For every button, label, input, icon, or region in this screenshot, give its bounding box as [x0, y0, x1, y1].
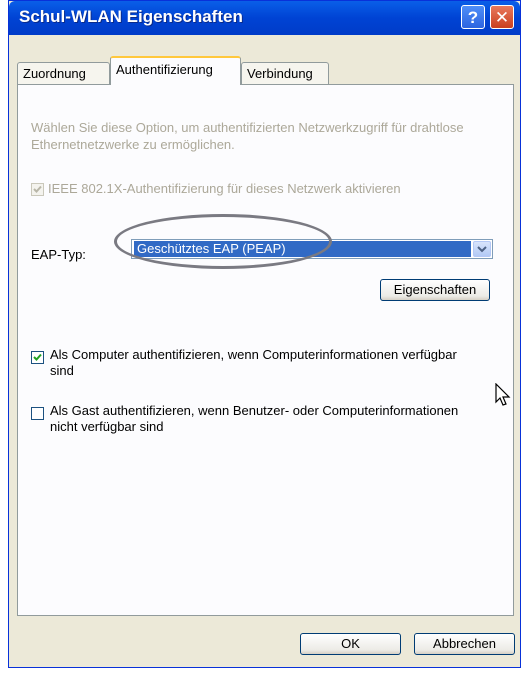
eap-type-select[interactable]: Geschütztes EAP (PEAP)	[131, 239, 493, 259]
mouse-cursor-icon	[495, 382, 511, 410]
computer-auth-checkbox-row[interactable]	[31, 349, 48, 365]
eap-type-value: Geschütztes EAP (PEAP)	[134, 241, 471, 257]
guest-auth-label: Als Gast authentifizieren, wenn Benutzer…	[50, 403, 459, 434]
description-text: Wählen Sie diese Option, um authentifizi…	[31, 120, 464, 152]
eap-type-label: EAP-Typ:	[31, 247, 86, 262]
help-icon[interactable]: ?	[461, 5, 485, 29]
dropdown-arrow-icon[interactable]	[473, 241, 491, 257]
eigenschaften-button[interactable]: Eigenschaften	[380, 279, 490, 301]
guest-auth-checkbox[interactable]	[31, 407, 44, 421]
ieee-8021x-checkbox-row[interactable]: IEEE 802.1X-Authentifizierung für dieses…	[31, 181, 401, 197]
title-bar[interactable]: Schul-WLAN Eigenschaften ? ✕	[9, 1, 520, 35]
checkmark-icon	[33, 353, 42, 362]
window-title: Schul-WLAN Eigenschaften	[19, 7, 243, 26]
cancel-button[interactable]: Abbrechen	[414, 633, 515, 655]
close-icon[interactable]: ✕	[490, 5, 514, 29]
tab-zuordnung[interactable]: Zuordnung	[17, 62, 110, 84]
ok-button[interactable]: OK	[300, 633, 401, 655]
ieee-8021x-checkbox[interactable]	[31, 183, 44, 197]
computer-auth-label: Als Computer authentifizieren, wenn Comp…	[50, 347, 457, 378]
tab-panel-authentifizierung: Wählen Sie diese Option, um authentifizi…	[17, 84, 514, 616]
ieee-8021x-label: IEEE 802.1X-Authentifizierung für dieses…	[48, 181, 401, 196]
computer-auth-checkbox[interactable]	[31, 351, 44, 365]
guest-auth-checkbox-row[interactable]	[31, 405, 48, 421]
tab-authentifizierung[interactable]: Authentifizierung	[110, 56, 241, 85]
tab-verbindung[interactable]: Verbindung	[241, 62, 329, 84]
checkmark-icon	[33, 185, 42, 194]
